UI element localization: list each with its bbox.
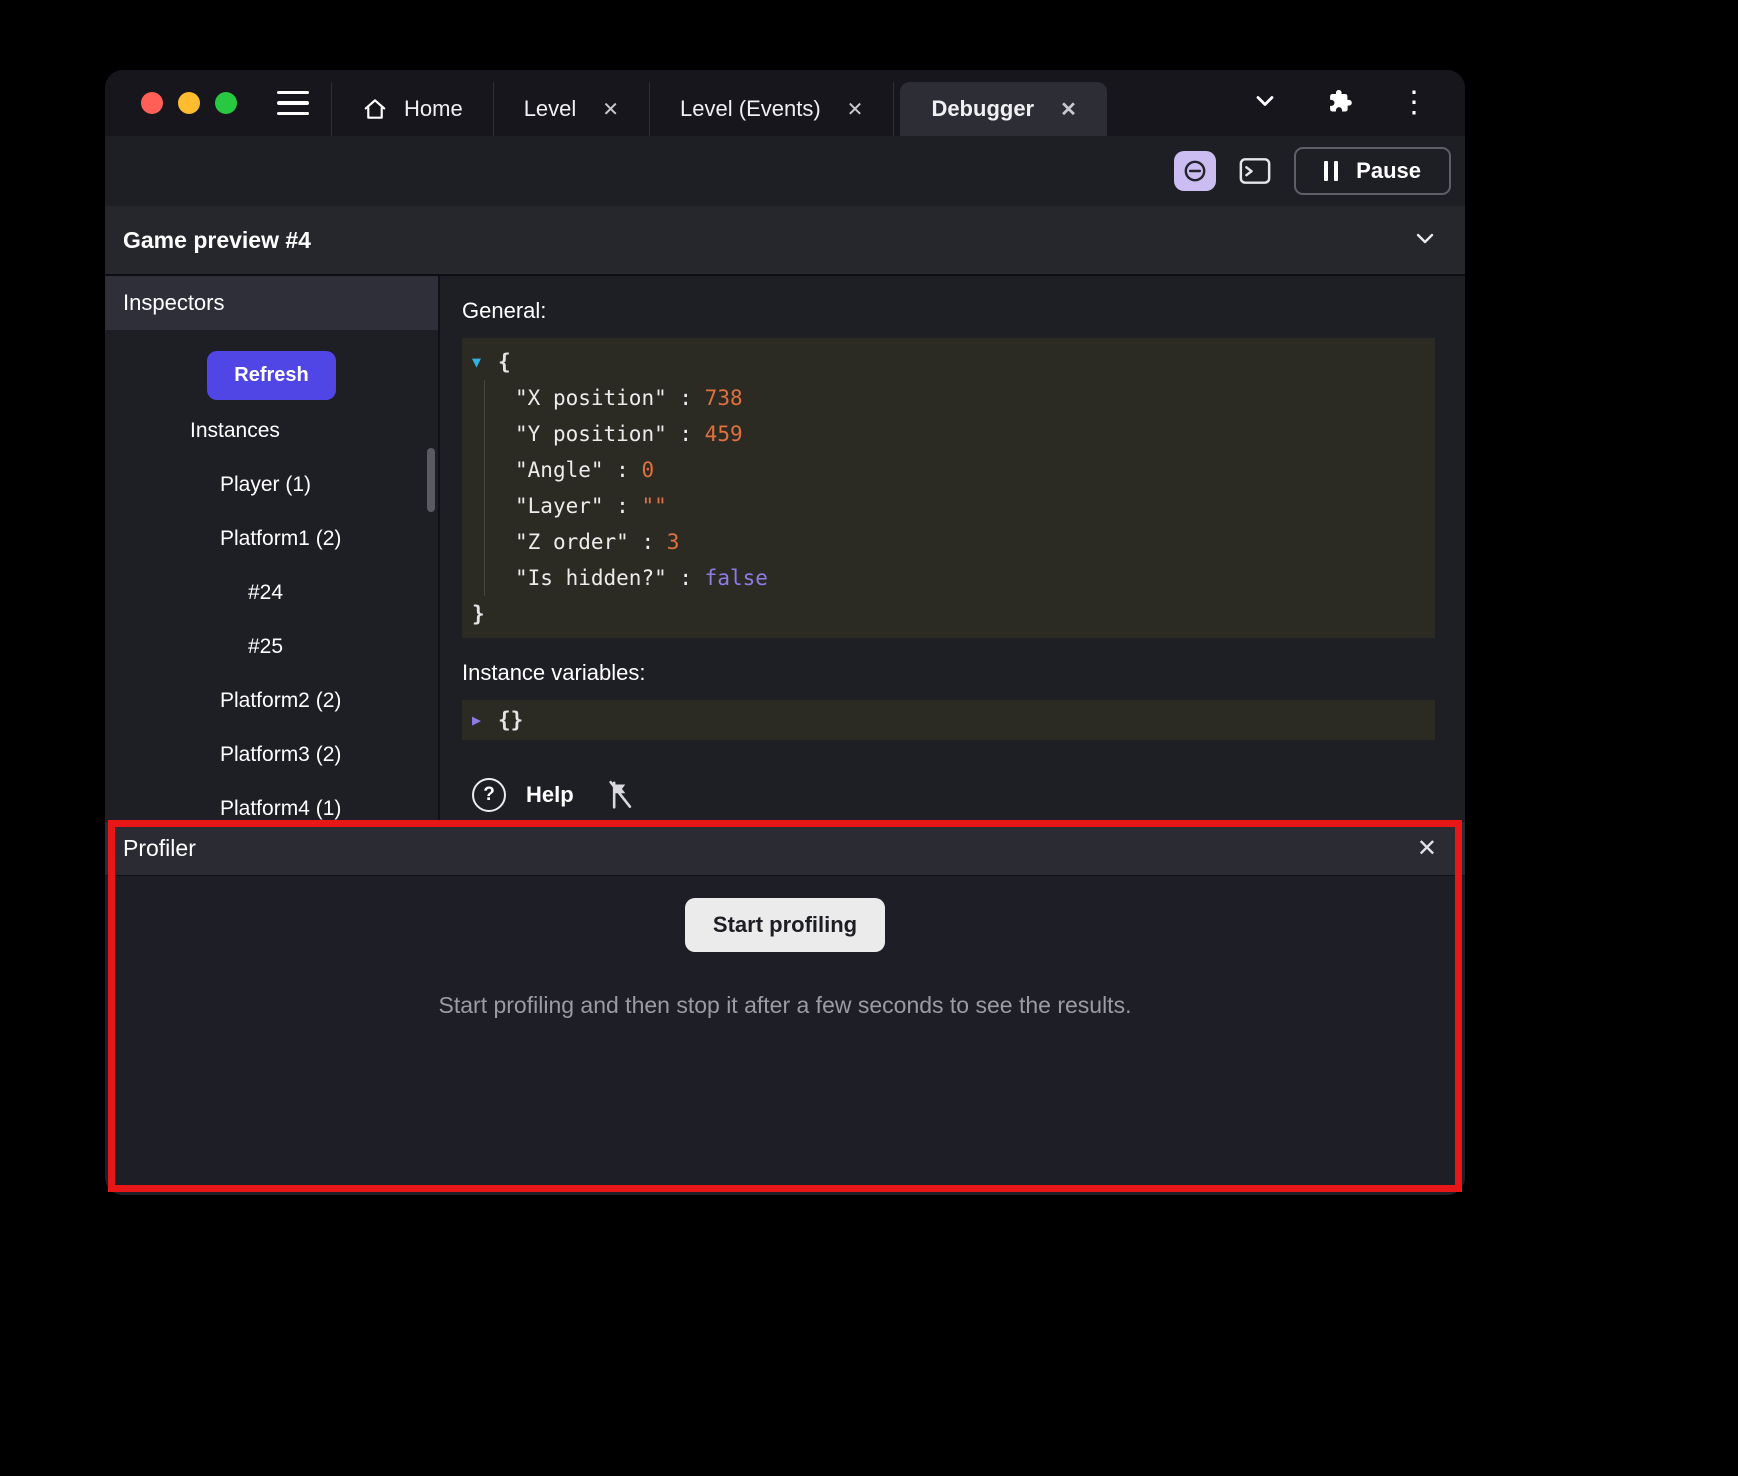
general-json-viewer: ▼{ X position738 Y position459 Angle0 La… [462,338,1435,638]
tab-label: Debugger [931,96,1034,122]
inspector-item-24[interactable]: #24 [105,566,438,620]
inspector-item-platform2[interactable]: Platform2 (2) [105,674,438,728]
json-entries: X position738 Y position459 Angle0 Layer… [484,380,1425,596]
tab-label: Level (Events) [680,96,821,122]
json-entry: Z order3 [515,524,1425,560]
game-preview-selector[interactable]: Game preview #4 [105,206,1465,276]
game-preview-title: Game preview #4 [123,227,311,254]
inspectors-header: Inspectors [105,276,438,330]
tab-level[interactable]: Level ✕ [493,82,649,136]
window-controls [141,92,237,114]
close-icon[interactable]: ✕ [847,97,864,122]
help-label[interactable]: Help [526,782,574,808]
json-entry: Is hidden?false [515,560,1425,596]
expand-triangle-icon[interactable]: ▶ [472,702,498,738]
help-question-icon[interactable]: ? [472,778,506,812]
pause-label: Pause [1356,158,1421,184]
json-entry: Y position459 [515,416,1425,452]
json-close-line: } [472,596,1425,632]
json-entry: X position738 [515,380,1425,416]
instance-variables-viewer: ▶ {} [462,700,1435,740]
pause-button[interactable]: Pause [1294,147,1451,195]
profiler-title: Profiler [123,835,196,862]
profiler-panel: Profiler ✕ Start profiling Start profili… [105,822,1465,1195]
inspector-item-player[interactable]: Player (1) [105,458,438,512]
debugger-main: Inspectors Refresh Instances Player (1) … [105,276,1465,822]
inspector-item-platform3[interactable]: Platform3 (2) [105,728,438,782]
extensions-puzzle-icon[interactable] [1325,87,1353,120]
flag-off-icon[interactable] [606,779,634,811]
tab-strip: Home Level ✕ Level (Events) ✕ Debugger ✕ [331,82,1107,136]
close-window-button[interactable] [141,92,163,114]
hamburger-menu-icon[interactable] [277,91,309,116]
tab-level-events[interactable]: Level (Events) ✕ [649,82,894,136]
tabbar-right-actions: ⋮ [1251,87,1429,120]
close-icon[interactable]: ✕ [1417,834,1437,863]
inspector-item-25[interactable]: #25 [105,620,438,674]
inspector-item-platform4[interactable]: Platform4 (1) [105,782,438,822]
sidebar-scrollbar[interactable] [427,448,435,512]
instance-variables-label: Instance variables: [462,660,1435,686]
home-icon [362,96,388,122]
profiler-body: Start profiling Start profiling and then… [105,876,1465,1195]
inspector-detail: General: ▼{ X position738 Y position459 … [440,276,1465,822]
tab-bar: Home Level ✕ Level (Events) ✕ Debugger ✕ [105,70,1465,136]
tab-debugger[interactable]: Debugger ✕ [900,82,1106,136]
json-entry: Layer"" [515,488,1425,524]
profiler-hint-text: Start profiling and then stop it after a… [439,992,1132,1019]
inspector-item-instances[interactable]: Instances [105,404,438,458]
tab-label: Home [404,96,463,122]
json-entry: Angle0 [515,452,1425,488]
debugger-toolbar: Pause [105,136,1465,206]
app-window: Home Level ✕ Level (Events) ✕ Debugger ✕ [105,70,1465,1195]
chevron-down-icon[interactable] [1251,87,1279,120]
refresh-button[interactable]: Refresh [207,351,335,400]
inspector-item-platform1[interactable]: Platform1 (2) [105,512,438,566]
close-icon[interactable]: ✕ [602,97,619,122]
pause-icon [1324,161,1338,181]
close-icon[interactable]: ✕ [1060,97,1077,122]
maximize-window-button[interactable] [215,92,237,114]
general-label: General: [462,298,1435,324]
start-profiling-button[interactable]: Start profiling [685,898,885,952]
json-open-line: ▼{ [472,344,1425,380]
tab-label: Level [524,96,577,122]
tab-home[interactable]: Home [331,82,493,136]
console-icon[interactable] [1234,151,1276,191]
help-row: ? Help [462,778,1435,812]
kebab-menu-icon[interactable]: ⋮ [1399,88,1429,118]
profiler-header: Profiler ✕ [105,822,1465,876]
collapse-triangle-icon[interactable]: ▼ [472,344,498,380]
minimize-window-button[interactable] [178,92,200,114]
inspectors-sidebar: Inspectors Refresh Instances Player (1) … [105,276,440,822]
inspector-tree: Instances Player (1) Platform1 (2) #24 #… [105,404,438,822]
profiler-speed-icon[interactable] [1174,151,1216,191]
chevron-down-icon[interactable] [1413,226,1437,255]
